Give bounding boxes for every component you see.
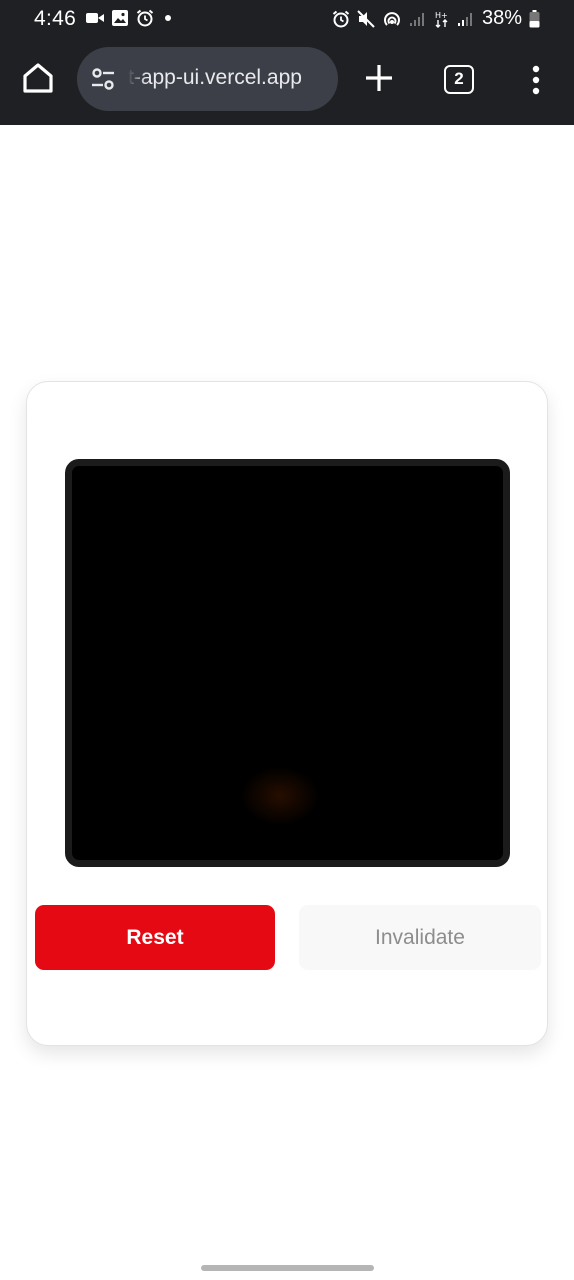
hotspot-icon	[384, 11, 400, 26]
invalidate-button[interactable]: Invalidate	[299, 905, 541, 970]
status-bar: 4:46 H+ 38%	[0, 0, 574, 38]
camera-card: Reset Invalidate	[26, 381, 548, 1046]
more-vert-icon[interactable]	[526, 64, 546, 96]
status-right-icons: H+ 38%	[332, 7, 540, 30]
home-icon[interactable]	[20, 60, 56, 96]
alarm-icon	[332, 10, 350, 27]
svg-text:H+: H+	[435, 11, 448, 20]
dot-icon	[165, 15, 171, 21]
camera-preview	[65, 459, 510, 867]
signal-icon	[409, 12, 424, 26]
address-bar[interactable]: t-app-ui.vercel.app	[77, 47, 338, 111]
home-indicator[interactable]	[201, 1265, 374, 1271]
url-text[interactable]: t-app-ui.vercel.app	[128, 66, 328, 94]
camera-preview-glow	[240, 766, 320, 826]
battery-percent: 38%	[481, 7, 522, 29]
status-time: 4:46	[34, 7, 77, 30]
reset-button[interactable]: Reset	[35, 905, 275, 970]
tabs-button[interactable]: 2	[444, 65, 474, 94]
image-icon	[112, 10, 128, 26]
browser-toolbar: t-app-ui.vercel.app 2	[0, 38, 574, 125]
signal-icon	[457, 12, 472, 26]
network-type-icon: H+	[435, 11, 448, 28]
battery-icon	[529, 9, 540, 27]
plus-icon[interactable]	[364, 63, 394, 93]
tab-count: 2	[454, 69, 464, 88]
mute-icon	[357, 9, 375, 28]
url-fade	[128, 61, 146, 97]
status-left-icons	[86, 9, 175, 27]
site-settings-icon[interactable]	[89, 65, 117, 93]
alarm-icon	[136, 9, 154, 27]
video-call-icon	[86, 13, 104, 23]
